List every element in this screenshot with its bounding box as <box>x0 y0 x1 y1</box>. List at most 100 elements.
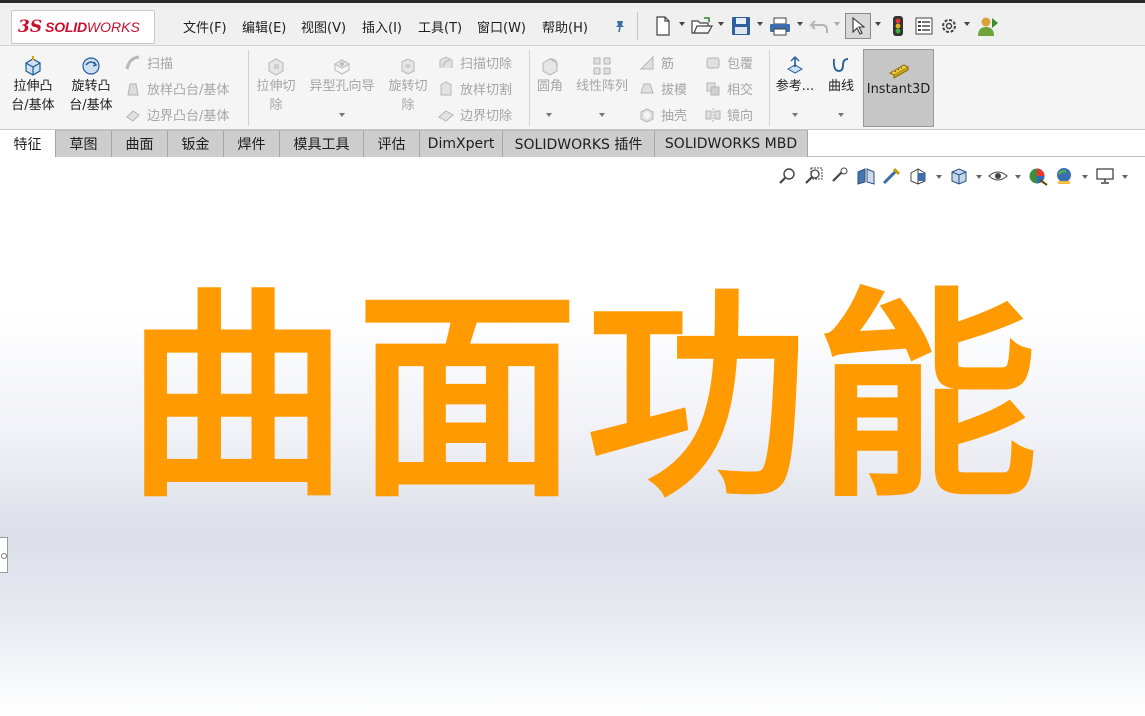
loft-boss-button[interactable]: 放样凸台/基体 <box>124 79 229 98</box>
hide-show-items-icon[interactable] <box>988 166 1008 186</box>
display-style-dropdown-chevron-icon[interactable] <box>976 175 982 179</box>
fillet-dropdown-chevron-icon[interactable] <box>546 113 552 117</box>
apply-scene-dropdown-chevron-icon[interactable] <box>1082 175 1088 179</box>
save-dropdown-chevron-icon[interactable] <box>757 22 763 26</box>
options-gear-icon[interactable] <box>939 14 959 38</box>
select-pointer-icon[interactable] <box>845 13 871 39</box>
extrude-boss-label-line1: 拉伸凸 <box>13 79 53 94</box>
draft-button[interactable]: 拔模 <box>638 79 687 98</box>
tab-surfaces[interactable]: 曲面 <box>112 130 168 157</box>
shell-button[interactable]: 抽壳 <box>638 105 687 124</box>
new-dropdown-chevron-icon[interactable] <box>679 22 685 26</box>
solidworks-logo[interactable]: 3S SOLID WORKS <box>11 10 155 44</box>
menu-file[interactable]: 文件(F) <box>183 17 227 36</box>
tab-solidworks-mbd[interactable]: SOLIDWORKS MBD <box>655 130 808 157</box>
print-dropdown-chevron-icon[interactable] <box>797 22 803 26</box>
apply-scene-icon[interactable] <box>1054 166 1074 186</box>
new-document-icon[interactable] <box>653 14 673 38</box>
undo-icon[interactable] <box>808 14 830 38</box>
save-icon[interactable] <box>730 14 752 38</box>
boundary-cut-label: 边界切除 <box>460 109 513 124</box>
print-icon[interactable] <box>768 14 792 38</box>
intersect-button[interactable]: 相交 <box>704 79 753 98</box>
extrude-boss-label-line2: 台/基体 <box>11 98 55 113</box>
pattern-dropdown-chevron-icon[interactable] <box>599 113 605 117</box>
linear-pattern-button[interactable]: 线性阵列 <box>572 54 632 96</box>
hole-wizard-button[interactable]: 异型孔向导 <box>305 54 379 96</box>
mirror-label: 镜向 <box>727 109 754 124</box>
revolve-cut-icon <box>396 54 420 78</box>
view-settings-dropdown-chevron-icon[interactable] <box>1122 175 1128 179</box>
tab-features[interactable]: 特征 <box>0 130 56 157</box>
extrude-cut-button[interactable]: 拉伸切 除 <box>252 54 300 115</box>
tab-evaluate[interactable]: 评估 <box>364 130 420 157</box>
tab-sheet-metal[interactable]: 钣金 <box>168 130 224 157</box>
title-char: 面 <box>356 270 578 528</box>
sweep-button[interactable]: 扫描 <box>124 53 173 72</box>
dynamic-annotation-icon[interactable] <box>882 166 902 186</box>
zoom-to-area-icon[interactable] <box>804 166 824 186</box>
file-properties-icon[interactable] <box>914 14 934 38</box>
edit-appearance-icon[interactable] <box>1028 166 1048 186</box>
menu-edit[interactable]: 编辑(E) <box>242 17 286 36</box>
boundary-boss-label: 边界凸台/基体 <box>147 109 230 124</box>
pin-icon[interactable] <box>612 14 628 38</box>
boundary-cut-button[interactable]: 边界切除 <box>437 105 512 124</box>
revolve-boss-label-line1: 旋转凸 <box>71 79 111 94</box>
rebuild-traffic-light-icon[interactable] <box>890 14 906 38</box>
menu-help[interactable]: 帮助(H) <box>542 17 588 36</box>
view-settings-icon[interactable] <box>1095 166 1115 186</box>
command-manager-tabs: 特征 草图 曲面 钣金 焊件 模具工具 评估 DimXpert SOLIDWOR… <box>0 130 1145 157</box>
view-orientation-icon[interactable] <box>908 166 928 186</box>
menu-insert[interactable]: 插入(I) <box>362 17 402 36</box>
rib-button[interactable]: 筋 <box>638 53 674 72</box>
select-dropdown-chevron-icon[interactable] <box>875 22 881 26</box>
boundary-boss-button[interactable]: 边界凸台/基体 <box>124 105 229 124</box>
graphics-area[interactable]: 曲 面 功 能 <box>0 157 1145 716</box>
linear-pattern-label: 线性阵列 <box>575 79 628 94</box>
tab-weldments[interactable]: 焊件 <box>224 130 280 157</box>
reference-dropdown-chevron-icon[interactable] <box>792 113 798 117</box>
tab-label: 评估 <box>377 137 406 153</box>
ribbon-separator <box>248 50 249 126</box>
revolve-boss-button[interactable]: 旋转凸 台/基体 <box>67 54 115 115</box>
view-orientation-dropdown-chevron-icon[interactable] <box>936 175 942 179</box>
logo-ds-mark: 3S <box>18 17 43 37</box>
reference-geometry-button[interactable]: 参考... <box>775 54 815 96</box>
previous-view-icon[interactable] <box>830 166 850 186</box>
lofted-cut-button[interactable]: 放样切割 <box>437 79 512 98</box>
extrude-boss-button[interactable]: 拉伸凸 台/基体 <box>10 54 56 115</box>
options-dropdown-chevron-icon[interactable] <box>964 22 970 26</box>
curves-button[interactable]: 曲线 <box>824 54 858 96</box>
open-dropdown-chevron-icon[interactable] <box>718 22 724 26</box>
menu-view[interactable]: 视图(V) <box>301 17 346 36</box>
open-file-icon[interactable] <box>690 14 714 38</box>
user-login-icon[interactable] <box>976 14 1000 38</box>
ribbon-separator <box>529 50 530 126</box>
menu-tools[interactable]: 工具(T) <box>418 17 462 36</box>
sweep-icon <box>124 54 142 72</box>
curves-dropdown-chevron-icon[interactable] <box>838 113 844 117</box>
display-style-icon[interactable] <box>949 166 969 186</box>
wrap-icon <box>704 54 722 72</box>
menu-window[interactable]: 窗口(W) <box>477 17 526 36</box>
fillet-button[interactable]: 圆角 <box>533 54 567 96</box>
zoom-to-fit-icon[interactable] <box>778 166 798 186</box>
instant3d-toggle-button[interactable]: Instant3D <box>863 49 934 127</box>
tab-label: SOLIDWORKS 插件 <box>514 137 643 153</box>
revolve-cut-button[interactable]: 旋转切 除 <box>384 54 432 115</box>
revolve-cut-label-line1: 旋转切 <box>388 79 428 94</box>
undo-dropdown-chevron-icon[interactable] <box>834 22 840 26</box>
hole-wizard-dropdown-chevron-icon[interactable] <box>339 113 345 117</box>
wrap-button[interactable]: 包覆 <box>704 53 753 72</box>
mirror-button[interactable]: 镜向 <box>704 105 753 124</box>
feature-manager-expand-handle[interactable] <box>0 537 8 573</box>
section-view-icon[interactable] <box>856 166 876 186</box>
tab-sketch[interactable]: 草图 <box>56 130 112 157</box>
tab-solidworks-addins[interactable]: SOLIDWORKS 插件 <box>503 130 655 157</box>
boundary-boss-icon <box>124 106 142 124</box>
hide-show-dropdown-chevron-icon[interactable] <box>1015 175 1021 179</box>
swept-cut-button[interactable]: 扫描切除 <box>437 53 512 72</box>
tab-dimxpert[interactable]: DimXpert <box>420 130 503 157</box>
tab-mold-tools[interactable]: 模具工具 <box>280 130 364 157</box>
